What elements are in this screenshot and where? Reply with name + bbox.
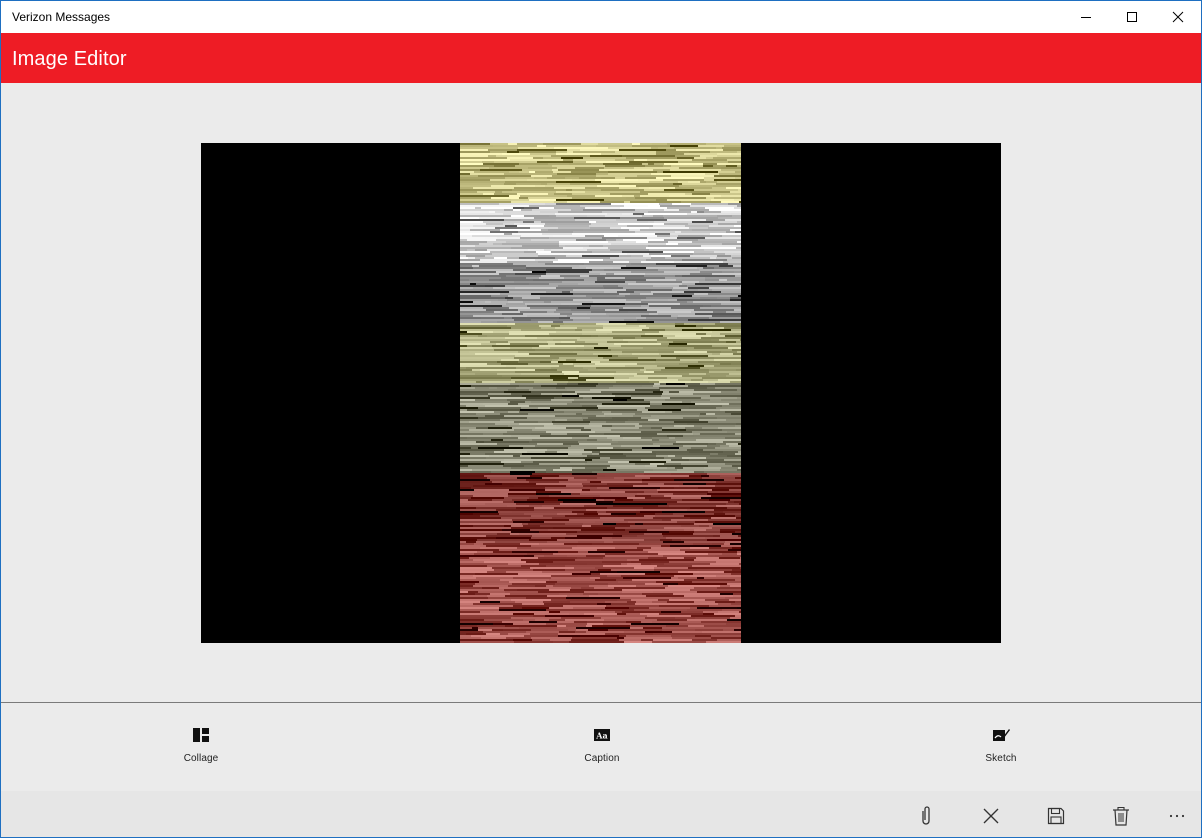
close-icon (1172, 11, 1184, 23)
caption-label: Caption (584, 753, 620, 764)
caption-button[interactable]: Aa Caption (562, 727, 642, 767)
more-icon (1169, 814, 1185, 818)
collage-button[interactable]: Collage (161, 727, 241, 767)
window-title: Verizon Messages (12, 10, 111, 24)
divider (1, 702, 1201, 703)
command-bar (1, 791, 1201, 837)
image-canvas[interactable] (201, 143, 1001, 643)
edited-image (460, 143, 741, 643)
attach-icon (922, 806, 930, 825)
close-button[interactable] (1155, 1, 1201, 33)
title-bar[interactable]: Verizon Messages (1, 1, 1201, 33)
maximize-button[interactable] (1109, 1, 1155, 33)
save-icon (1047, 807, 1065, 825)
save-button[interactable] (1043, 803, 1069, 829)
attach-button[interactable] (913, 803, 939, 829)
caption-icon: Aa (594, 729, 610, 741)
discard-button[interactable] (978, 803, 1004, 829)
discard-icon (983, 808, 999, 824)
sketch-button[interactable]: Sketch (961, 727, 1041, 767)
sketch-icon (993, 729, 1010, 741)
app-header: Image Editor (1, 33, 1201, 83)
collage-icon (193, 728, 209, 742)
collage-label: Collage (183, 753, 219, 764)
more-button[interactable] (1164, 803, 1190, 829)
delete-icon (1113, 806, 1129, 826)
delete-button[interactable] (1108, 803, 1134, 829)
svg-text:Aa: Aa (595, 731, 607, 741)
app-window: Verizon Messages Image Editor Collage Aa… (0, 0, 1202, 838)
minimize-icon (1081, 17, 1091, 18)
page-title: Image Editor (12, 48, 127, 70)
minimize-button[interactable] (1063, 1, 1109, 33)
sketch-label: Sketch (985, 753, 1017, 764)
maximize-icon (1127, 12, 1137, 22)
